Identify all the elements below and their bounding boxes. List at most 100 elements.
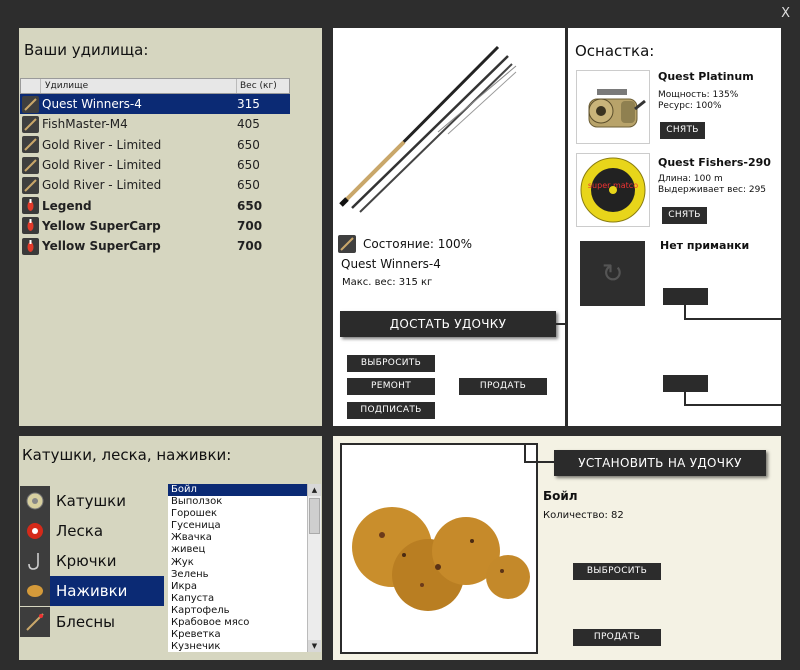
rod-row[interactable]: FishMaster-M4 405 — [20, 114, 290, 134]
inventory-list-item[interactable]: Креветка — [168, 629, 307, 641]
bait-name: Бойл — [543, 489, 578, 503]
bait-quantity: Количество: 82 — [543, 510, 624, 521]
reel-icon — [20, 486, 50, 516]
remove-line-button[interactable]: СНЯТЬ — [662, 207, 707, 224]
inventory-list-item[interactable]: Выползок — [168, 496, 307, 508]
rod-row-weight: 405 — [237, 117, 260, 132]
inventory-list-item[interactable]: Гусеница — [168, 520, 307, 532]
hook-box-1 — [663, 288, 708, 305]
rod-condition: Состояние: 100% — [363, 237, 473, 251]
rod-row-name: Legend — [42, 198, 92, 213]
category-reel[interactable]: Катушки — [20, 486, 164, 516]
inventory-list-item[interactable]: Кузнечик — [168, 641, 307, 652]
hook-line-1h — [684, 318, 781, 320]
reel-resource: Ресурс: 100% — [658, 101, 722, 111]
category-line-spool[interactable]: Леска — [20, 516, 164, 546]
rod-icon — [21, 176, 39, 194]
hook-box-2 — [663, 375, 708, 392]
rod-row[interactable]: Quest Winners-4 315 — [20, 94, 290, 115]
discard-rod-button[interactable]: ВЫБРОСИТЬ — [347, 355, 435, 372]
rods-table-body: Quest Winners-4 315 FishMaster-M4 405 Gold R… — [20, 94, 290, 256]
float-icon — [21, 217, 39, 235]
weight-column-header[interactable]: Вес (кг) — [237, 79, 289, 93]
icon-column-header — [21, 79, 41, 93]
reel-name: Quest Platinum — [658, 70, 754, 83]
reel-image — [576, 70, 650, 144]
rod-icon — [21, 156, 39, 174]
inventory-item-list[interactable]: Бойл Выползок Горошек Гусеница Жвачка живец Жу… — [168, 484, 307, 652]
category-lure[interactable]: Блесны — [20, 607, 164, 637]
bait-image-frame — [340, 443, 538, 654]
rod-row-weight: 650 — [237, 198, 263, 213]
inventory-list-item[interactable]: Капуста — [168, 593, 307, 605]
rod-row[interactable]: Yellow SuperCarp 700 — [20, 216, 290, 236]
take-rod-button[interactable]: ДОСТАТЬ УДОЧКУ — [340, 311, 556, 337]
hook-icon — [20, 546, 50, 576]
install-on-rod-button[interactable]: УСТАНОВИТЬ НА УДОЧКУ — [554, 450, 766, 476]
inventory-list-item[interactable]: Картофель — [168, 605, 307, 617]
rod-row-name: Quest Winners-4 — [42, 97, 142, 112]
rod-row-weight: 700 — [237, 239, 263, 254]
rods-table: Удилище Вес (кг) Quest Winners-4 315 FishM… — [20, 78, 290, 256]
tackle-title: Оснастка: — [575, 42, 655, 60]
rod-row[interactable]: Legend 650 — [20, 195, 290, 215]
inventory-list-item[interactable]: Горошек — [168, 508, 307, 520]
rod-row[interactable]: Gold River - Limited 650 — [20, 175, 290, 195]
rod-condition-icon — [338, 235, 356, 253]
fishing-inventory-window: X Ваши удилища: Удилище Вес (кг) Quest W… — [0, 0, 800, 670]
float-icon — [21, 197, 39, 215]
install-connector-v — [524, 443, 526, 463]
inventory-scrollbar[interactable]: ▲ ▼ — [307, 484, 321, 652]
rod-row-name: Yellow SuperCarp — [42, 239, 161, 254]
rod-row[interactable]: Yellow SuperCarp 700 — [20, 236, 290, 256]
inventory-list-item[interactable]: Бойл — [168, 484, 307, 497]
line-spool-icon — [20, 516, 50, 546]
rod-row-name: FishMaster-M4 — [42, 117, 128, 132]
repair-rod-button[interactable]: РЕМОНТ — [347, 378, 435, 395]
inventory-list-item[interactable]: Зелень — [168, 569, 307, 581]
rod-column-header[interactable]: Удилище — [41, 79, 237, 93]
rod-image — [338, 42, 518, 217]
close-button[interactable]: X — [781, 6, 790, 21]
rods-table-header: Удилище Вес (кг) — [20, 78, 290, 94]
line-length: Длина: 100 m — [658, 174, 723, 184]
inventory-list-item[interactable]: живец — [168, 544, 307, 556]
category-label: Наживки — [56, 582, 128, 600]
category-label: Блесны — [56, 613, 116, 631]
rod-row-name: Gold River - Limited — [42, 178, 162, 193]
sell-rod-button[interactable]: ПРОДАТЬ — [459, 378, 547, 395]
rod-row-weight: 650 — [237, 178, 260, 193]
install-connector-h — [524, 461, 556, 463]
remove-reel-button[interactable]: СНЯТЬ — [660, 122, 705, 139]
rod-row-name: Gold River - Limited — [42, 158, 162, 173]
inventory-list-item[interactable]: Жук — [168, 557, 307, 569]
inventory-list-item[interactable]: Жвачка — [168, 532, 307, 544]
rod-row-name: Gold River - Limited — [42, 137, 162, 152]
inventory-list-item[interactable]: Икра — [168, 581, 307, 593]
rods-panel-title: Ваши удилища: — [24, 41, 149, 59]
category-label: Крючки — [56, 552, 117, 570]
rod-row-name: Yellow SuperCarp — [42, 218, 161, 233]
hook-line-2h — [684, 404, 781, 406]
inventory-list-item[interactable]: Крабовое мясо — [168, 617, 307, 629]
scroll-up-icon[interactable]: ▲ — [308, 484, 321, 496]
scroll-thumb[interactable] — [309, 498, 320, 534]
rod-row-weight: 700 — [237, 218, 263, 233]
sell-bait-button[interactable]: ПРОДАТЬ — [573, 629, 661, 646]
bait-slot[interactable]: ↻ — [580, 241, 645, 306]
category-bait[interactable]: Наживки — [20, 576, 164, 606]
sign-rod-button[interactable]: ПОДПИСАТЬ — [347, 402, 435, 419]
scroll-down-icon[interactable]: ▼ — [308, 640, 321, 652]
rod-row[interactable]: Gold River - Limited 650 — [20, 155, 290, 175]
category-label: Катушки — [56, 492, 126, 510]
category-hook[interactable]: Крючки — [20, 546, 164, 576]
discard-bait-button[interactable]: ВЫБРОСИТЬ — [573, 563, 661, 580]
bait-slot-name: Нет приманки — [660, 239, 750, 252]
inventory-title: Катушки, леска, наживки: — [22, 446, 232, 464]
rod-row[interactable]: Gold River - Limited 650 — [20, 135, 290, 155]
rod-row-weight: 315 — [237, 97, 260, 112]
rod-icon — [21, 115, 39, 133]
line-name: Quest Fishers-290 — [658, 156, 771, 169]
float-icon — [21, 237, 39, 255]
rod-icon — [21, 95, 39, 113]
